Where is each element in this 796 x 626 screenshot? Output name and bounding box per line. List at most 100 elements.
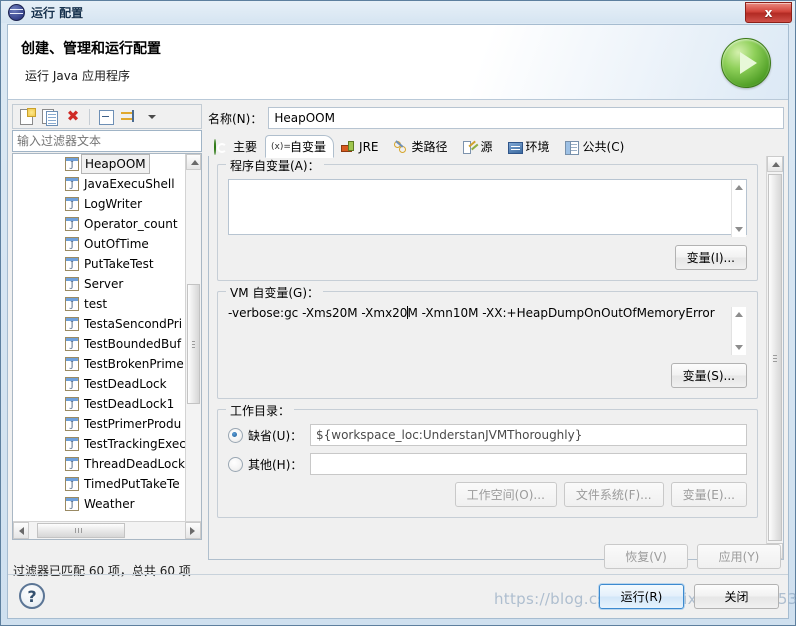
list-item-label: test [84,297,108,311]
tab-source[interactable]: 源 [456,135,501,157]
list-item[interactable]: TestDeadLock1 [13,394,185,414]
working-directory-default-row: 缺省(U)： [228,424,747,446]
delete-launch-configuration-button[interactable]: ✖ [63,107,83,127]
tab-scroll-up-button[interactable] [767,156,783,172]
java-application-icon [65,437,79,451]
tab-arguments[interactable]: (x)= 自变量 [265,135,335,158]
tab-body-vertical-scrollbar[interactable] [766,156,783,559]
configuration-name-input[interactable] [268,107,784,129]
configuration-name-row: 名称(N)： [208,107,784,129]
list-item[interactable]: TestTrackingExec [13,434,185,454]
tab-environment[interactable]: 环境 [501,135,558,157]
working-directory-other-row: 其他(H)： [228,453,747,475]
vm-arguments-field-wrap: -verbose:gc -Xms20M -Xmx20M -Xmn10M -XX:… [228,306,747,356]
program-arguments-field-wrap [228,179,747,238]
tab-jre[interactable]: JRE [334,135,386,157]
tab-main[interactable]: 主要 [208,135,265,157]
java-application-icon [65,257,79,271]
window-close-button[interactable]: x [745,2,792,23]
vm-arguments-scrollbar[interactable] [731,307,746,355]
program-arguments-label: 程序自变量(A)： [226,157,324,174]
list-item[interactable]: TestBrokenPrime [13,354,185,374]
window-title: 运行 配置 [31,5,84,20]
working-directory-default-input[interactable] [310,424,747,446]
list-item[interactable]: ThreadDeadLock [13,454,185,474]
list-item-label: Operator_count [84,217,178,231]
duplicate-launch-configuration-button[interactable] [40,107,60,127]
run-button[interactable]: 运行(R) [599,584,684,609]
list-item-label: TestPrimerProdu [84,417,182,431]
list-item[interactable]: HeapOOM [13,154,185,174]
working-directory-workspace-button[interactable]: 工作空间(O)... [454,482,557,507]
list-item[interactable]: TimedPutTakeTe [13,474,185,494]
tab-vertical-scroll-thumb[interactable] [768,174,782,541]
vm-arguments-variables-button[interactable]: 变量(S)... [670,363,747,388]
java-application-icon [65,357,79,371]
vm-args-scroll-up-button[interactable] [732,308,746,321]
list-horizontal-scroll-thumb[interactable] [37,523,125,538]
list-item[interactable]: PutTakeTest [13,254,185,274]
collapse-all-button[interactable] [96,107,116,127]
view-menu-button[interactable] [142,107,162,127]
vm-args-scroll-down-button[interactable] [732,341,746,354]
list-vertical-scrollbar[interactable] [185,154,201,539]
list-item-label: JavaExecuShell [84,177,175,191]
tab-main-label: 主要 [233,140,258,154]
working-directory-filesystem-button[interactable]: 文件系统(F)... [563,482,664,507]
working-directory-default-radio[interactable] [228,427,243,443]
list-item[interactable]: Server [13,274,185,294]
list-item[interactable]: Operator_count [13,214,185,234]
list-item-label: OutOfTime [84,237,149,251]
help-icon[interactable]: ? [19,583,45,609]
tab-common[interactable]: 公共(C) [558,135,633,157]
java-application-icon [65,457,79,471]
close-button[interactable]: 关闭 [694,584,779,609]
list-horizontal-scrollbar[interactable] [13,521,201,539]
filter-input[interactable] [12,130,202,152]
launch-configurations-pane: ✖ 输入过滤器文本 J HeapOOM J JavaExecuShell J L… [12,104,202,578]
list-item[interactable]: TestBoundedBuf [13,334,185,354]
list-item[interactable]: OutOfTime [13,234,185,254]
copy-document-icon-front [46,110,58,126]
working-directory-other-radio[interactable] [228,456,243,472]
tab-classpath[interactable]: 类路径 [387,135,456,157]
revert-button[interactable]: 恢复(V) [604,544,688,569]
tab-jre-label: JRE [359,139,379,154]
working-directory-other-input[interactable] [310,453,747,475]
red-x-delete-icon: ✖ [66,107,80,125]
list-item[interactable]: JavaExecuShell [13,174,185,194]
list-item[interactable]: Weather [13,494,185,514]
list-item-label: TimedPutTakeTe [84,477,180,491]
title-bar[interactable]: 运行 配置 x [1,1,795,23]
list-item[interactable]: TestDeadLock [13,374,185,394]
list-scroll-left-button[interactable] [13,522,29,539]
program-arguments-variables-button[interactable]: 变量(I)... [674,245,747,270]
launch-configurations-list[interactable]: HeapOOM JavaExecuShell LogWriter Operator_c… [12,153,202,540]
filter-launch-configurations-button[interactable] [119,107,139,127]
list-scroll-up-button[interactable] [186,154,201,170]
working-directory-variables-button[interactable]: 变量(E)... [670,482,747,507]
list-vertical-scroll-thumb[interactable] [187,284,200,404]
list-item[interactable]: test [13,294,185,314]
apply-button[interactable]: 应用(Y) [697,544,781,569]
list-item-label: HeapOOM [81,154,150,174]
list-item-label: TestDeadLock [84,377,167,391]
list-item-label: ThreadDeadLock [84,457,185,471]
java-application-icon [65,497,79,511]
new-launch-configuration-button[interactable] [17,107,37,127]
java-application-icon [65,377,79,391]
list-item[interactable]: LogWriter [13,194,185,214]
program-args-scroll-down-button[interactable] [732,223,746,236]
list-item[interactable]: TestPrimerProdu [13,414,185,434]
list-scroll-right-button[interactable] [185,522,201,539]
list-item-label: LogWriter [84,197,143,211]
program-args-scroll-up-button[interactable] [732,181,746,194]
green-run-play-icon [721,38,771,88]
vm-arguments-group: VM 自变量(G)： -verbose:gc -Xms20M -Xmx20M -… [217,284,758,399]
vm-arguments-input[interactable]: -verbose:gc -Xms20M -Xmx20M -Xmn10M -XX:… [228,306,747,356]
program-arguments-scrollbar[interactable] [731,180,746,237]
dialog-button-bar: 运行(R) 关闭 [599,584,779,609]
run-configurations-dialog: 运行 配置 x 创建、管理和运行配置 运行 Java 应用程序 ✖ 输入过滤器文… [0,0,796,626]
list-item[interactable]: TestaSencondPri [13,314,185,334]
program-arguments-input[interactable] [228,179,747,235]
